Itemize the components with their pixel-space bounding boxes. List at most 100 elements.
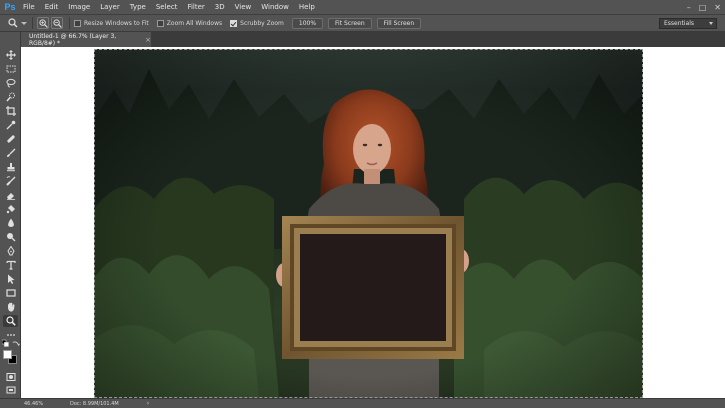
screen-mode-icon: [6, 386, 15, 394]
default-colors-toggle[interactable]: [2, 339, 10, 348]
hand-icon: [7, 302, 14, 312]
scrubby-zoom-label: Scrubby Zoom: [240, 19, 284, 27]
zoom-all-windows-checkbox[interactable]: Zoom All Windows: [156, 19, 223, 27]
dodge-icon: [6, 233, 15, 242]
close-window-button[interactable]: ✕: [714, 3, 721, 12]
fit-screen-button[interactable]: Fit Screen: [328, 17, 372, 29]
document-tab-bar: Untitled-1 @ 66.7% (Layer 3, RGB/8#) * ×: [21, 32, 725, 47]
marquee-tool[interactable]: [3, 63, 18, 75]
menu-view[interactable]: View: [230, 0, 257, 14]
zoom-all-windows-label: Zoom All Windows: [166, 19, 223, 27]
type-icon: [5, 260, 16, 270]
resize-windows-checkbox[interactable]: Resize Windows to Fit: [74, 19, 149, 27]
checkbox-box[interactable]: [74, 19, 81, 27]
menu-3d[interactable]: 3D: [210, 0, 230, 14]
rectangle-marquee-icon: [6, 65, 15, 73]
workspace-switcher[interactable]: Essentials: [659, 18, 717, 29]
crop-tool[interactable]: [3, 105, 18, 117]
menu-filter[interactable]: Filter: [182, 0, 209, 14]
maximize-button[interactable]: □: [699, 3, 707, 12]
color-swatches[interactable]: [3, 350, 19, 366]
quick-selection-tool[interactable]: [3, 91, 18, 103]
eraser-tool[interactable]: [3, 189, 18, 201]
zoom-in-icon[interactable]: [37, 17, 49, 29]
brush-tool[interactable]: [3, 147, 18, 159]
menu-bar: Ps File Edit Image Layer Type Select Fil…: [0, 0, 725, 14]
zoom-tool[interactable]: [3, 315, 18, 327]
blur-tool[interactable]: [3, 217, 18, 229]
history-brush-icon: [5, 176, 15, 186]
checkbox-box[interactable]: [156, 19, 164, 27]
zoom-out-icon[interactable]: [51, 17, 63, 29]
photo-layer-image[interactable]: [94, 49, 643, 398]
menu-window[interactable]: Window: [256, 0, 294, 14]
status-zoom-level[interactable]: 46.46%: [0, 401, 43, 407]
status-bar: 46.46% Doc: 8.99M/101.4M ›: [0, 398, 725, 408]
type-tool[interactable]: [3, 259, 18, 271]
bandage-icon: [6, 135, 15, 143]
crop-icon: [5, 106, 16, 116]
menu-type[interactable]: Type: [125, 0, 151, 14]
menu-layer[interactable]: Layer: [95, 0, 125, 14]
chevron-down-icon: [709, 22, 713, 25]
hand-tool[interactable]: [3, 301, 18, 313]
clone-stamp-tool[interactable]: [3, 161, 18, 173]
eyedropper-icon: [6, 120, 15, 130]
zoom-tool-preset-icon[interactable]: [6, 16, 20, 30]
document-tab[interactable]: Untitled-1 @ 66.7% (Layer 3, RGB/8#) * ×: [21, 32, 151, 47]
paint-bucket-icon: [6, 205, 15, 214]
rectangle-tool[interactable]: [3, 287, 18, 299]
minimize-button[interactable]: –: [687, 3, 691, 12]
status-doc-size: Doc: 8.99M/101.4M: [70, 400, 119, 407]
photo-illustration: [94, 49, 643, 398]
lasso-icon: [6, 78, 15, 88]
swap-colors-toggle[interactable]: [12, 340, 20, 348]
quick-selection-icon: [5, 92, 15, 102]
blur-drop-icon: [7, 218, 14, 227]
magnifier-icon: [5, 316, 16, 326]
default-colors-icon: [2, 339, 9, 347]
menu-file[interactable]: File: [18, 0, 40, 14]
eyedropper-tool[interactable]: [3, 119, 18, 131]
foreground-color-swatch[interactable]: [3, 350, 12, 359]
close-tab-icon[interactable]: ×: [145, 36, 151, 44]
scrubby-zoom-checkbox[interactable]: Scrubby Zoom: [230, 19, 284, 27]
zoom-100-button[interactable]: 100%: [291, 17, 324, 29]
paint-bucket-tool[interactable]: [3, 203, 18, 215]
photoshop-logo: Ps: [4, 2, 16, 12]
preset-dropdown-icon[interactable]: [20, 16, 28, 30]
options-bar: Resize Windows to Fit Zoom All Windows S…: [0, 14, 725, 32]
resize-windows-label: Resize Windows to Fit: [84, 19, 149, 27]
history-brush-tool[interactable]: [3, 175, 18, 187]
fill-screen-button[interactable]: Fill Screen: [376, 17, 422, 29]
menu-select[interactable]: Select: [151, 0, 183, 14]
rectangle-shape-icon: [5, 289, 16, 297]
canvas-area[interactable]: [21, 47, 725, 398]
separator: [69, 17, 70, 29]
move-icon: [5, 50, 16, 60]
arrow-pointer-icon: [7, 274, 14, 284]
screen-mode-tool[interactable]: [3, 384, 18, 396]
healing-brush-tool[interactable]: [3, 133, 18, 145]
quick-mask-icon: [6, 373, 15, 381]
quick-mask-tool[interactable]: [3, 371, 18, 383]
document-tab-title: Untitled-1 @ 66.7% (Layer 3, RGB/8#) *: [29, 32, 117, 47]
swap-arrows-icon: [12, 341, 20, 347]
pen-icon: [6, 246, 15, 256]
dodge-tool[interactable]: [3, 231, 18, 243]
lasso-tool[interactable]: [3, 77, 18, 89]
stamp-icon: [6, 163, 15, 172]
checkbox-box-checked[interactable]: [230, 19, 238, 27]
move-tool[interactable]: [3, 49, 18, 61]
menu-help[interactable]: Help: [294, 0, 320, 14]
pen-tool[interactable]: [3, 245, 18, 257]
eraser-icon: [6, 193, 15, 200]
tools-panel: [0, 32, 21, 398]
workspace-label: Essentials: [664, 20, 695, 27]
brush-icon: [6, 148, 15, 157]
menu-edit[interactable]: Edit: [40, 0, 64, 14]
window-controls: – □ ✕: [687, 0, 721, 14]
status-menu-arrow-icon[interactable]: ›: [147, 400, 149, 407]
menu-image[interactable]: Image: [63, 0, 95, 14]
path-selection-tool[interactable]: [3, 273, 18, 285]
